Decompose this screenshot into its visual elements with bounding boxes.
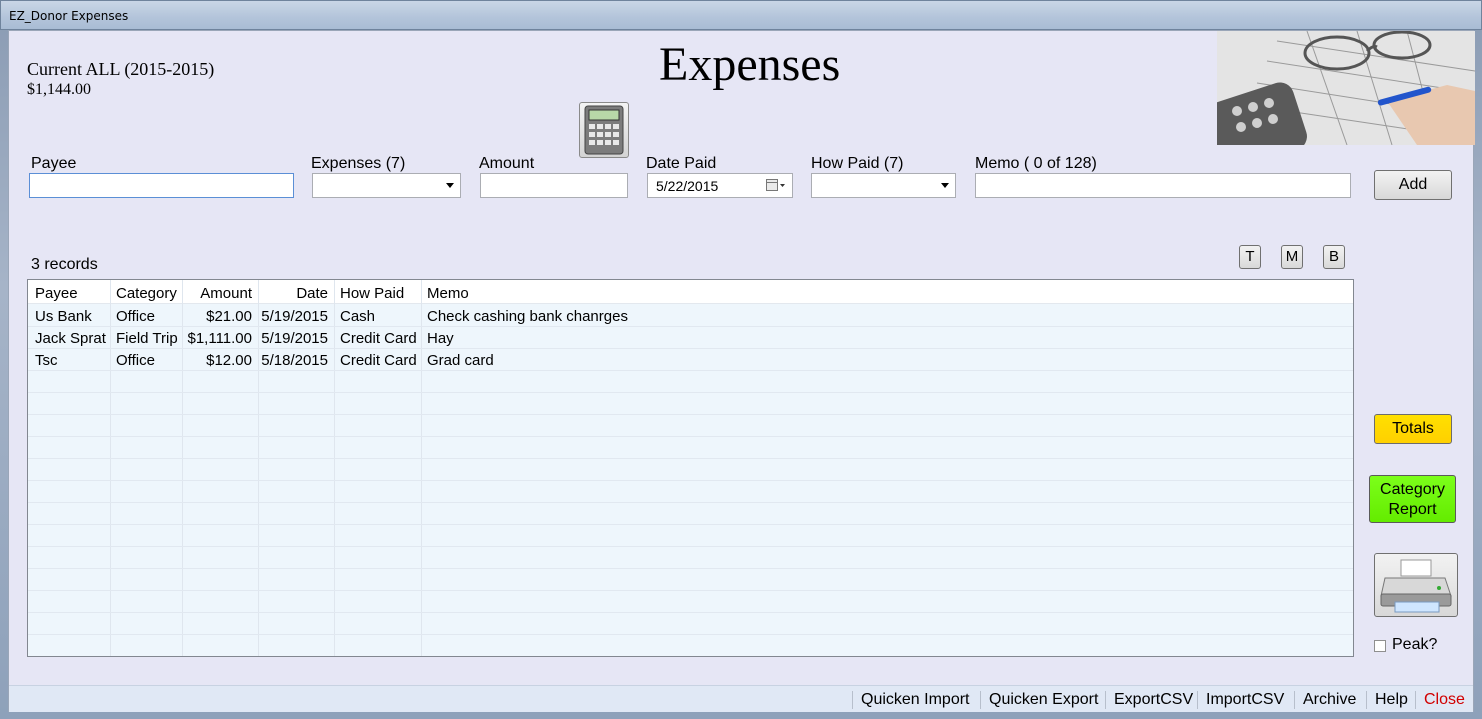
- quicken-import-link[interactable]: Quicken Import: [852, 691, 969, 709]
- table-cell-payee[interactable]: Tsc: [35, 352, 58, 369]
- table-cell-amount[interactable]: $12.00: [182, 352, 252, 369]
- payee-label: Payee: [31, 155, 77, 172]
- memo-label: Memo ( 0 of 128): [975, 155, 1097, 172]
- close-link[interactable]: Close: [1415, 691, 1465, 709]
- how-paid-dropdown[interactable]: [811, 173, 956, 198]
- expenses-dropdown[interactable]: [312, 173, 461, 198]
- table-cell-how-paid[interactable]: Credit Card: [340, 352, 417, 369]
- table-cell-category[interactable]: Office: [116, 352, 155, 369]
- column-header-memo[interactable]: Memo: [427, 285, 469, 302]
- calculator-icon: [584, 105, 624, 155]
- calendar-icon[interactable]: [766, 179, 786, 195]
- table-cell-amount[interactable]: $1,111.00: [182, 330, 252, 347]
- table-cell-date[interactable]: 5/19/2015: [258, 330, 328, 347]
- chevron-down-icon: [941, 183, 949, 188]
- calculator-button[interactable]: [579, 102, 629, 158]
- column-header-date[interactable]: Date: [258, 285, 328, 302]
- amount-input[interactable]: [480, 173, 628, 198]
- table-cell-how-paid[interactable]: Cash: [340, 308, 375, 325]
- peak-label: Peak?: [1392, 636, 1438, 653]
- table-cell-payee[interactable]: Us Bank: [35, 308, 92, 325]
- window-titlebar: EZ_Donor Expenses: [0, 0, 1482, 30]
- page-title: Expenses: [659, 38, 841, 91]
- chevron-down-icon: [446, 183, 454, 188]
- help-link[interactable]: Help: [1366, 691, 1408, 709]
- glasses-calculator-photo-icon: [1217, 31, 1475, 145]
- amount-label: Amount: [479, 155, 535, 172]
- quicken-export-link[interactable]: Quicken Export: [980, 691, 1098, 709]
- memo-input[interactable]: [975, 173, 1351, 198]
- records-count: 3 records: [31, 256, 98, 273]
- table-cell-amount[interactable]: $21.00: [182, 308, 252, 325]
- printer-icon: [1380, 559, 1452, 613]
- window-title: EZ_Donor Expenses: [9, 9, 129, 23]
- table-cell-category[interactable]: Field Trip: [116, 330, 178, 347]
- season-label: Current ALL (2015-2015): [27, 59, 215, 79]
- import-csv-link[interactable]: ImportCSV: [1197, 691, 1284, 709]
- category-report-label-1: Category: [1380, 481, 1445, 498]
- table-cell-category[interactable]: Office: [116, 308, 155, 325]
- expenses-table[interactable]: Payee Category Amount Date How Paid Memo…: [27, 279, 1354, 657]
- payee-input[interactable]: [29, 173, 294, 198]
- date-paid-value: 5/22/2015: [656, 178, 719, 194]
- table-cell-memo[interactable]: Check cashing bank chanrges: [427, 308, 628, 325]
- table-cell-memo[interactable]: Hay: [427, 330, 454, 347]
- print-button[interactable]: [1374, 553, 1458, 617]
- expenses-window: Current ALL (2015-2015) $1,144.00 Expens…: [8, 30, 1475, 712]
- column-header-how-paid[interactable]: How Paid: [340, 285, 404, 302]
- table-cell-memo[interactable]: Grad card: [427, 352, 494, 369]
- category-report-button[interactable]: Category Report: [1369, 475, 1456, 523]
- add-button[interactable]: Add: [1374, 170, 1452, 200]
- total-amount: $1,144.00: [27, 81, 91, 98]
- table-cell-how-paid[interactable]: Credit Card: [340, 330, 417, 347]
- category-report-label-2: Report: [1388, 501, 1437, 518]
- view-b-button[interactable]: B: [1323, 245, 1345, 269]
- view-t-button[interactable]: T: [1239, 245, 1261, 269]
- totals-button[interactable]: Totals: [1374, 414, 1452, 444]
- archive-link[interactable]: Archive: [1294, 691, 1356, 709]
- footer-bar: Quicken Import Quicken Export ExportCSV …: [9, 685, 1473, 712]
- date-paid-picker[interactable]: 5/22/2015: [647, 173, 793, 198]
- export-csv-link[interactable]: ExportCSV: [1105, 691, 1193, 709]
- view-m-button[interactable]: M: [1281, 245, 1303, 269]
- table-cell-date[interactable]: 5/19/2015: [258, 308, 328, 325]
- how-paid-label: How Paid (7): [811, 155, 904, 172]
- table-cell-payee[interactable]: Jack Sprat: [35, 330, 106, 347]
- peak-checkbox[interactable]: [1374, 640, 1386, 652]
- column-header-amount[interactable]: Amount: [182, 285, 252, 302]
- expenses-label: Expenses (7): [311, 155, 406, 172]
- column-header-payee[interactable]: Payee: [35, 285, 78, 302]
- column-header-category[interactable]: Category: [116, 285, 177, 302]
- table-cell-date[interactable]: 5/18/2015: [258, 352, 328, 369]
- date-paid-label: Date Paid: [646, 155, 717, 172]
